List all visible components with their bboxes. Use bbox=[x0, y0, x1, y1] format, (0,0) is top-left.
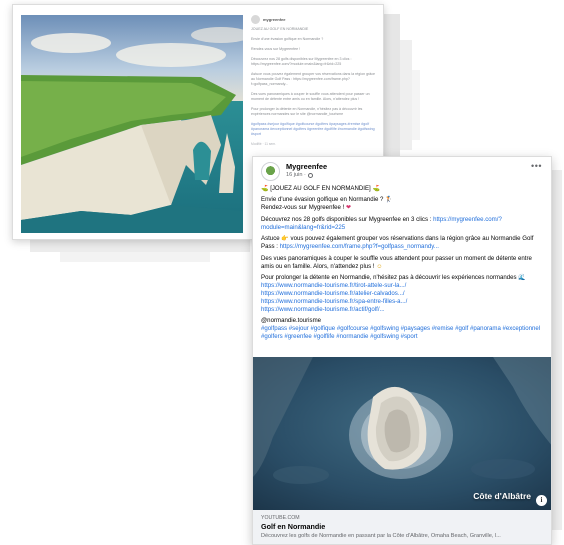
post-author[interactable]: Mygreenfee bbox=[286, 162, 327, 171]
caption-line: Pour prolonger la détente en Normandie, … bbox=[251, 107, 363, 116]
cliff-photo bbox=[21, 15, 243, 233]
tourism-link[interactable]: https://www.normandie-tourisme.fr/spa-en… bbox=[261, 298, 407, 305]
preview-domain: YOUTUBE.COM bbox=[261, 515, 300, 521]
image-caption: Côte d'Albâtre bbox=[473, 491, 531, 501]
caption-line: Envie d'une évasion golfique en Normandi… bbox=[251, 37, 324, 41]
post-timestamp: Modifié · 11 sem. bbox=[251, 142, 277, 146]
caption-line: Astuce vous pouvez également grouper vos… bbox=[251, 72, 376, 86]
post-video-thumbnail[interactable]: Côte d'Albâtre i bbox=[253, 357, 551, 510]
post-tags: @normandie.tourisme #golfpass #sejour #g… bbox=[261, 317, 543, 341]
post-text: ⛳ [JOUEZ AU GOLF EN NORMANDIE] ⛳ Envie d… bbox=[253, 183, 551, 341]
caption-line: Rendez-vous sur Mygreenfee ! bbox=[251, 47, 301, 51]
page-avatar[interactable] bbox=[261, 162, 280, 181]
tourism-link[interactable]: https://www.normandie-tourisme.fr/actif/… bbox=[261, 306, 385, 313]
more-options-icon[interactable]: ••• bbox=[531, 162, 542, 171]
post-extend-paragraph: Pour prolonger la détente en Normandie, … bbox=[261, 273, 526, 313]
hashtags[interactable]: #golfpass #sejour #golfique #golfcourse … bbox=[261, 325, 540, 340]
info-icon[interactable]: i bbox=[536, 495, 547, 506]
caption-line: Découvrez nos 28 golfs disponibles sur M… bbox=[251, 57, 352, 66]
post-intro: Envie d'une évasion golfique en Normandi… bbox=[261, 196, 393, 212]
post-date-text: 16 juin · bbox=[286, 172, 306, 178]
avatar bbox=[251, 15, 260, 24]
post-golfs-paragraph: Découvrez nos 28 golfs disponibles sur M… bbox=[261, 215, 502, 231]
post-headline: ⛳ [JOUEZ AU GOLF EN NORMANDIE] ⛳ bbox=[261, 185, 380, 192]
globe-icon bbox=[307, 172, 313, 178]
heart-icon: ❤ bbox=[346, 205, 352, 212]
smile-icon: ☺ bbox=[376, 263, 383, 270]
facebook-post-card: Mygreenfee 16 juin · ••• ⛳ [JOUEZ AU GOL… bbox=[252, 156, 552, 545]
tourism-link[interactable]: https://www.normandie-tourisme.fr/atelie… bbox=[261, 290, 405, 297]
caption-hashtags[interactable]: #golfpass #sejour #golfique #golfcourse … bbox=[251, 122, 379, 137]
caption-line: Des vues panoramiques à couper le souffl… bbox=[251, 92, 370, 101]
tourism-link[interactable]: https://www.normandie-tourisme.fr/tirot-… bbox=[261, 282, 406, 289]
golf-flag-icon: ⛳ bbox=[372, 186, 380, 192]
preview-title: Golf en Normandie bbox=[261, 522, 326, 531]
mention[interactable]: @normandie.tourisme bbox=[261, 317, 321, 324]
post-views-paragraph: Des vues panoramiques à couper le souffl… bbox=[261, 254, 532, 270]
pointing-hand-icon: 👉 bbox=[281, 236, 289, 243]
golfer-icon: 🏌 bbox=[385, 197, 393, 204]
link-preview[interactable]: YOUTUBE.COM Golf en Normandie Découvrez … bbox=[253, 510, 551, 544]
wave-icon: 🌊 bbox=[518, 274, 526, 281]
preview-description: Découvrez les golfs de Normandie en pass… bbox=[261, 533, 501, 539]
post-tip-paragraph: Astuce 👉 vous pouvez également grouper v… bbox=[261, 235, 534, 251]
post-date[interactable]: 16 juin · bbox=[286, 171, 327, 179]
username[interactable]: mygreenfee bbox=[263, 17, 285, 22]
caption-line: JOUEZ AU GOLF EN NORMANDIE bbox=[251, 27, 309, 31]
golfpass-link[interactable]: https://mygreenfee.com/frame.php?f=golfp… bbox=[280, 243, 439, 250]
post-header: Mygreenfee 16 juin · ••• bbox=[253, 157, 551, 183]
golf-flag-icon: ⛳ bbox=[261, 186, 269, 192]
